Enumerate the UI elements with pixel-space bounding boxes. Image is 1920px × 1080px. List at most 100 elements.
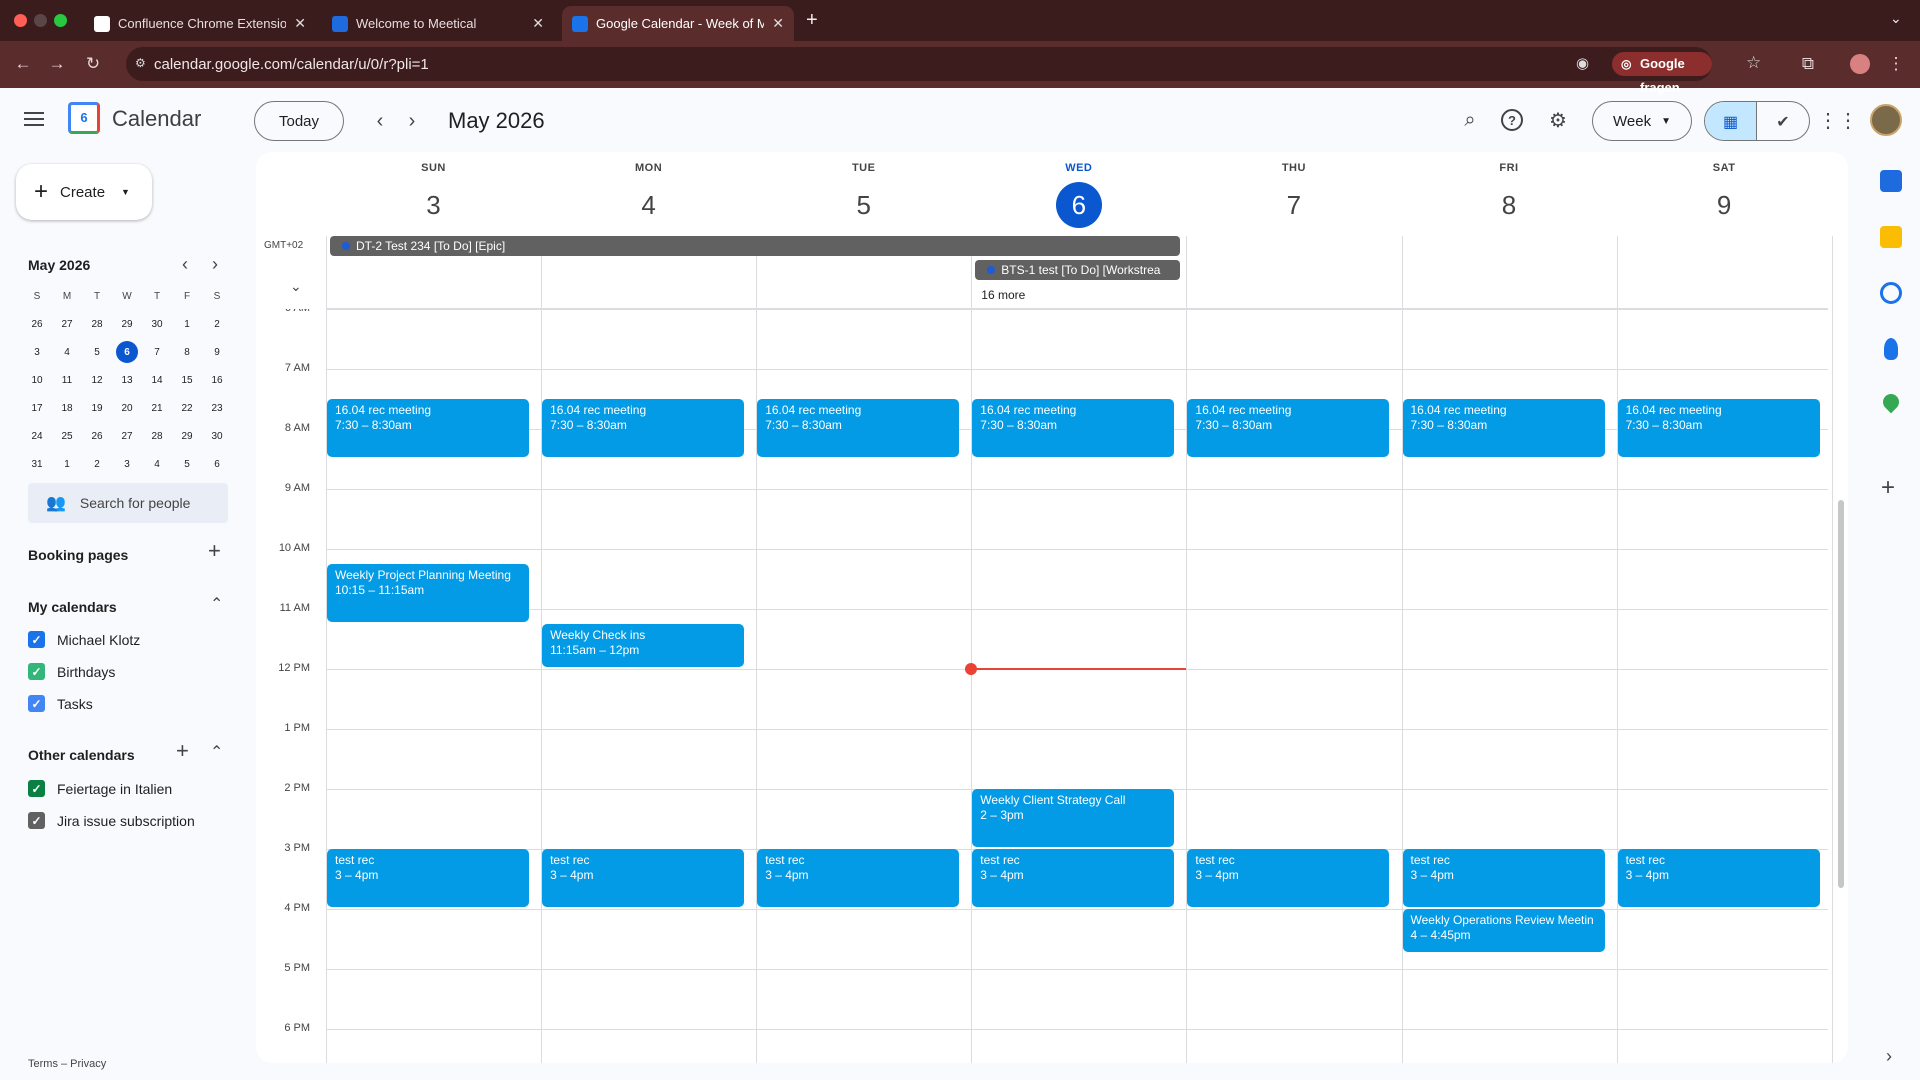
day-header[interactable]: THU 7 <box>1186 162 1401 228</box>
calendar-event[interactable]: 16.04 rec meeting 7:30 – 8:30am <box>1402 399 1605 457</box>
google-apps-icon[interactable]: ⋮⋮ <box>1818 106 1858 134</box>
back-icon[interactable]: ← <box>12 53 34 75</box>
calendar-event[interactable]: 16.04 rec meeting 7:30 – 8:30am <box>972 399 1175 457</box>
calendar-event[interactable]: 16.04 rec meeting 7:30 – 8:30am <box>757 399 960 457</box>
maps-icon[interactable] <box>1879 390 1903 414</box>
calendar-event[interactable]: test rec 3 – 4pm <box>327 849 529 907</box>
add-booking-page-icon[interactable]: + <box>208 538 221 564</box>
day-header[interactable]: MON 4 <box>541 162 756 228</box>
more-events-link[interactable]: 16 more <box>981 288 1025 302</box>
contacts-icon[interactable] <box>1884 338 1898 360</box>
day-number[interactable]: 6 <box>1055 182 1102 228</box>
tasks-view-icon[interactable]: ✔ <box>1757 102 1809 140</box>
search-icon[interactable]: ⌕ <box>1456 106 1484 134</box>
booking-pages-heading[interactable]: Booking pages <box>28 547 128 563</box>
mini-day[interactable]: 26 <box>22 310 52 338</box>
close-tab-icon[interactable]: ✕ <box>532 15 544 32</box>
account-avatar[interactable] <box>1870 104 1902 136</box>
mini-day[interactable]: 2 <box>202 310 232 338</box>
calendar-event[interactable]: test rec 3 – 4pm <box>757 849 960 907</box>
calendar-checkbox[interactable]: ✓ <box>28 663 45 680</box>
calendar-event[interactable]: Weekly Check ins 11:15am – 12pm <box>542 624 745 667</box>
terms-privacy-links[interactable]: Terms – Privacy <box>28 1058 106 1070</box>
grid-scrollbar[interactable] <box>1838 500 1844 888</box>
mini-day[interactable]: 16 <box>202 366 232 394</box>
day-number[interactable]: 7 <box>1271 182 1317 228</box>
calendar-item[interactable]: ✓ Michael Klotz <box>28 631 140 648</box>
bookmark-star-icon[interactable]: ☆ <box>1746 53 1761 73</box>
mini-day[interactable]: 4 <box>52 338 82 366</box>
calendar-event[interactable]: Weekly Project Planning Meeting 10:15 – 1… <box>327 564 529 622</box>
mini-day[interactable]: 13 <box>112 366 142 394</box>
collapse-chevron-icon[interactable]: ⌃ <box>210 742 223 762</box>
day-number[interactable]: 4 <box>626 182 672 228</box>
mini-day[interactable]: 29 <box>112 310 142 338</box>
day-number[interactable]: 3 <box>411 182 457 228</box>
mini-prev-month-icon[interactable]: ‹ <box>182 254 188 275</box>
forward-icon[interactable]: → <box>46 53 68 75</box>
tab-search-icon[interactable]: ⌄ <box>1890 10 1902 27</box>
mini-day[interactable]: 27 <box>52 310 82 338</box>
mini-day[interactable]: 25 <box>52 422 82 450</box>
calendar-event[interactable]: 16.04 rec meeting 7:30 – 8:30am <box>327 399 529 457</box>
mini-day[interactable]: 12 <box>82 366 112 394</box>
eye-icon[interactable]: ◉ <box>1576 54 1589 72</box>
calendar-event[interactable]: test rec 3 – 4pm <box>1617 849 1820 907</box>
calendar-event[interactable]: test rec 3 – 4pm <box>1187 849 1390 907</box>
mini-day[interactable]: 6 <box>112 338 142 366</box>
all-day-event[interactable]: DT-2 Test 234 [To Do] [Epic] <box>330 236 1181 256</box>
close-window-button[interactable] <box>14 14 27 27</box>
browser-tab[interactable]: Confluence Chrome Extension ✕ <box>84 6 316 41</box>
meetical-icon[interactable] <box>1880 170 1902 192</box>
mini-day[interactable]: 17 <box>22 394 52 422</box>
my-calendars-heading[interactable]: My calendars <box>28 599 117 615</box>
maximize-window-button[interactable] <box>54 14 67 27</box>
mini-next-month-icon[interactable]: › <box>212 254 218 275</box>
mini-day[interactable]: 21 <box>142 394 172 422</box>
day-number[interactable]: 8 <box>1486 182 1532 228</box>
calendar-item[interactable]: ✓ Birthdays <box>28 663 115 680</box>
mini-day[interactable]: 2 <box>82 450 112 478</box>
new-tab-icon[interactable]: + <box>806 9 818 32</box>
mini-day[interactable]: 7 <box>142 338 172 366</box>
hide-side-panel-chevron-icon[interactable]: › <box>1886 1046 1892 1067</box>
mini-day[interactable]: 1 <box>52 450 82 478</box>
close-tab-icon[interactable]: ✕ <box>772 15 784 32</box>
browser-tab[interactable]: Welcome to Meetical ✕ <box>322 6 554 41</box>
mini-day[interactable]: 18 <box>52 394 82 422</box>
mini-day[interactable]: 28 <box>142 422 172 450</box>
previous-week-icon[interactable]: ‹ <box>366 107 394 135</box>
view-switcher-dropdown[interactable]: Week ▼ <box>1592 101 1692 141</box>
help-icon[interactable]: ? <box>1501 109 1523 131</box>
settings-gear-icon[interactable]: ⚙ <box>1544 106 1572 134</box>
app-title[interactable]: Calendar <box>112 106 201 132</box>
calendar-checkbox[interactable]: ✓ <box>28 695 45 712</box>
mini-day[interactable]: 28 <box>82 310 112 338</box>
keep-icon[interactable] <box>1880 226 1902 248</box>
mini-day[interactable]: 29 <box>172 422 202 450</box>
calendar-item[interactable]: ✓ Feiertage in Italien <box>28 780 172 797</box>
calendar-event[interactable]: 16.04 rec meeting 7:30 – 8:30am <box>1187 399 1390 457</box>
mini-day[interactable]: 14 <box>142 366 172 394</box>
mini-day[interactable]: 30 <box>142 310 172 338</box>
ask-google-button[interactable]: ◎ Google fragen <box>1612 52 1712 95</box>
search-people-input[interactable]: 👥 Search for people <box>28 483 228 523</box>
calendar-event[interactable]: test rec 3 – 4pm <box>542 849 745 907</box>
day-header[interactable]: TUE 5 <box>756 162 971 228</box>
mini-day[interactable]: 15 <box>172 366 202 394</box>
mini-day[interactable]: 26 <box>82 422 112 450</box>
all-day-event[interactable]: BTS-1 test [To Do] [Workstrea <box>975 260 1181 280</box>
mini-day[interactable]: 27 <box>112 422 142 450</box>
main-menu-icon[interactable] <box>24 112 44 126</box>
mini-day[interactable]: 22 <box>172 394 202 422</box>
close-tab-icon[interactable]: ✕ <box>294 15 306 32</box>
profile-avatar[interactable] <box>1850 54 1870 74</box>
site-info-icon[interactable]: ⚙ <box>135 56 146 70</box>
mini-day[interactable]: 3 <box>22 338 52 366</box>
mini-day[interactable]: 6 <box>202 450 232 478</box>
calendar-event[interactable]: 16.04 rec meeting 7:30 – 8:30am <box>542 399 745 457</box>
calendar-event[interactable]: Weekly Client Strategy Call 2 – 3pm <box>972 789 1175 847</box>
mini-day[interactable]: 20 <box>112 394 142 422</box>
get-addons-plus-icon[interactable]: + <box>1881 474 1895 502</box>
other-calendars-heading[interactable]: Other calendars <box>28 747 135 763</box>
